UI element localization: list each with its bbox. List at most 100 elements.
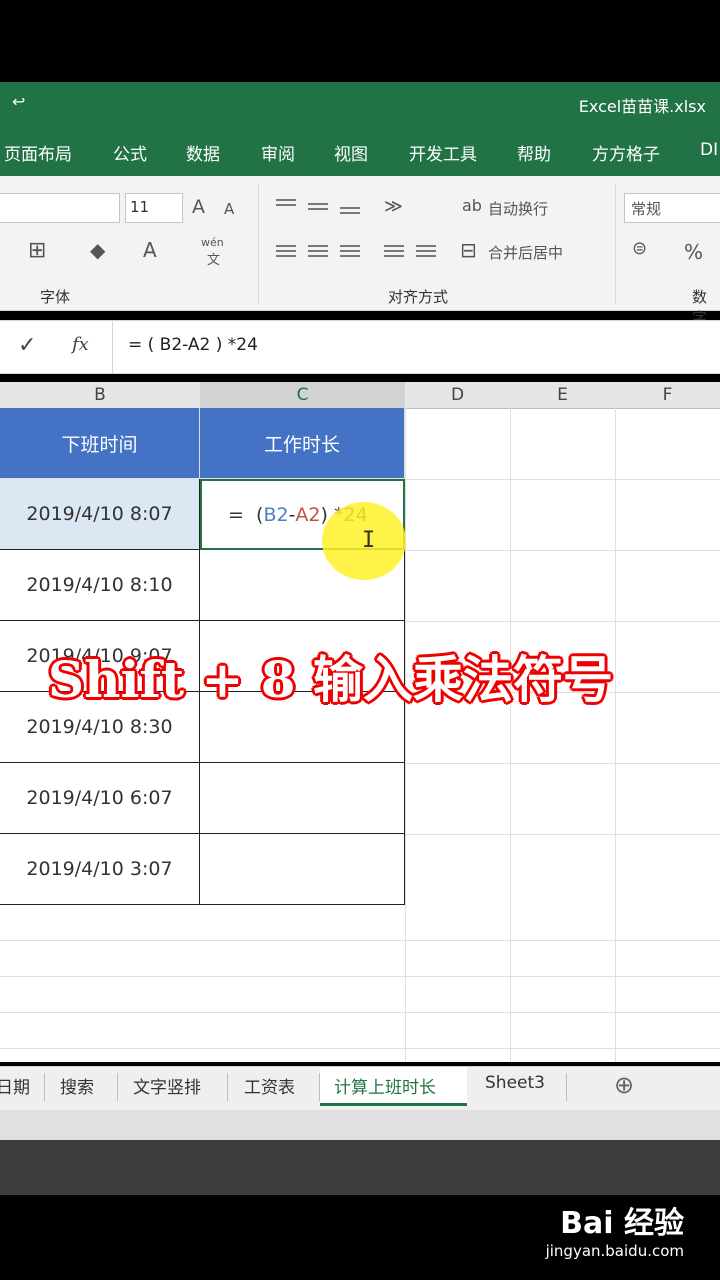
tab-fangfang[interactable]: 方方格子 [592, 140, 660, 165]
tab-di[interactable]: DI [700, 140, 718, 160]
formula-input[interactable]: = ( B2-A2 ) *24 [128, 335, 258, 355]
align-bottom-icon[interactable] [340, 204, 360, 217]
wrap-text-button[interactable]: 自动换行 [488, 198, 548, 219]
baidu-logo: Bai 经验 [560, 1206, 684, 1241]
table-cell[interactable]: 2019/4/10 6:07 [0, 763, 200, 834]
divider [258, 184, 259, 304]
formula-paren: ( [256, 503, 264, 526]
ribbon-body: 11 A A ⊞ ◆ A wén 文 字体 ≫ ab 自动换行 ⊟ 合并后居中 … [0, 176, 720, 327]
sheet-tab-label: 计算上班时长 [334, 1078, 436, 1098]
sheet-tab[interactable]: Sheet3 [485, 1073, 545, 1093]
wrap-text-icon[interactable]: ab [462, 196, 482, 215]
align-top-icon[interactable] [276, 196, 296, 209]
status-bar [0, 1110, 720, 1140]
align-center-icon[interactable] [308, 242, 328, 260]
formula-ref-b2: B2 [263, 503, 289, 526]
formula-bar-buttons: ✓ fx [0, 321, 113, 373]
align-left-icon[interactable] [276, 242, 296, 260]
column-header-b[interactable]: B [0, 382, 201, 409]
tab-view[interactable]: 视图 [334, 140, 368, 165]
decrease-indent-icon[interactable] [384, 242, 404, 260]
sheet-tab[interactable]: 工资表 [244, 1073, 295, 1098]
increase-indent-icon[interactable] [416, 242, 436, 260]
tab-formulas[interactable]: 公式 [113, 140, 147, 165]
gridline [405, 408, 406, 1062]
window-title: Excel苗苗课.xlsx [578, 97, 706, 116]
column-header-e[interactable]: E [510, 382, 616, 409]
gridline [510, 408, 511, 1062]
worksheet-grid[interactable]: B C D E F 下班时间 工作时长 2019/4/10 8:07 = ( B… [0, 382, 720, 1062]
sheet-tab[interactable]: 文字竖排 [133, 1073, 201, 1098]
divider [566, 1073, 567, 1101]
watermark-url: jingyan.baidu.com [545, 1242, 684, 1260]
table-cell[interactable]: 2019/4/10 3:07 [0, 834, 200, 905]
accounting-icon[interactable]: ⊜ [632, 238, 647, 259]
shrink-font-icon[interactable]: A [224, 200, 234, 218]
gridline [0, 940, 720, 941]
font-group-label: 字体 [40, 288, 71, 306]
table-cell[interactable]: 2019/4/10 8:10 [0, 550, 200, 621]
phonetic-char: 文 [207, 253, 221, 268]
column-header-d[interactable]: D [405, 382, 511, 409]
gridline [405, 479, 720, 480]
tab-developer[interactable]: 开发工具 [409, 140, 477, 165]
merge-center-button[interactable]: 合并后居中 [488, 242, 563, 263]
number-format-box[interactable]: 常规 [624, 193, 720, 223]
gridline [0, 1048, 720, 1049]
phonetic-icon[interactable]: wén [201, 236, 224, 249]
formula-bar: ✓ fx = ( B2-A2 ) *24 [0, 320, 720, 374]
tab-review[interactable]: 审阅 [261, 140, 295, 165]
formula-ref-a2: A2 [295, 503, 321, 526]
merge-icon[interactable]: ⊟ [460, 238, 477, 262]
font-color-icon[interactable]: A [143, 238, 157, 262]
gridline [0, 1012, 720, 1013]
column-header-f[interactable]: F [615, 382, 720, 409]
table-cell[interactable]: 2019/4/10 8:07 [0, 479, 200, 550]
fill-color-icon[interactable]: ◆ [90, 238, 105, 262]
quick-access-icon[interactable]: ↩ [12, 92, 25, 111]
gridline [405, 763, 720, 764]
sheet-tab[interactable]: 日期 [0, 1073, 30, 1098]
orientation-icon[interactable]: ≫ [384, 196, 403, 217]
sheet-tab[interactable]: 搜索 [60, 1073, 94, 1098]
add-sheet-icon[interactable]: ⊕ [614, 1071, 634, 1099]
font-size-box[interactable]: 11 [125, 193, 183, 223]
align-middle-icon[interactable] [308, 200, 328, 213]
formula-minus: - [288, 503, 296, 526]
font-size-value: 11 [130, 198, 150, 216]
align-right-icon[interactable] [340, 242, 360, 260]
text-cursor-icon: I [362, 528, 376, 553]
tab-data[interactable]: 数据 [186, 140, 220, 165]
divider [44, 1073, 45, 1101]
font-name-box[interactable] [0, 193, 120, 223]
gridline [405, 834, 720, 835]
active-sheet-tab[interactable]: 计算上班时长 [320, 1067, 467, 1106]
insert-function-icon[interactable]: fx [72, 334, 89, 355]
tab-page-layout[interactable]: 页面布局 [4, 140, 72, 165]
align-group-label: 对齐方式 [388, 288, 449, 306]
number-format-value: 常规 [631, 200, 662, 218]
enter-check-icon[interactable]: ✓ [18, 333, 36, 358]
header-cell-duration[interactable]: 工作时长 [200, 408, 405, 479]
table-cell[interactable] [200, 834, 405, 905]
divider [227, 1073, 228, 1101]
divider [615, 184, 616, 304]
title-bar: ↩ Excel苗苗课.xlsx [0, 82, 720, 126]
divider [117, 1073, 118, 1101]
gridline [405, 621, 720, 622]
ribbon-tabs: 页面布局 公式 数据 审阅 视图 开发工具 帮助 方方格子 DI [0, 126, 720, 176]
grow-font-icon[interactable]: A [192, 196, 205, 218]
gridline [615, 408, 616, 1062]
header-cell-offtime[interactable]: 下班时间 [0, 408, 200, 479]
borders-icon[interactable]: ⊞ [28, 238, 46, 263]
sheet-tab-bar: 日期 搜索 文字竖排 工资表 计算上班时长 Sheet3 ⊕ [0, 1066, 720, 1111]
baidu-watermark: Bai 经验 jingyan.baidu.com [546, 1198, 684, 1260]
table-cell[interactable] [200, 763, 405, 834]
gridline [0, 976, 720, 977]
percent-icon[interactable]: % [684, 240, 703, 264]
formula-eq: = [228, 503, 244, 526]
taskbar [0, 1140, 720, 1195]
column-header-c[interactable]: C [200, 382, 406, 410]
tab-help[interactable]: 帮助 [517, 140, 551, 165]
overlay-caption: Shift + 8 输入乘法符号 [48, 650, 613, 709]
